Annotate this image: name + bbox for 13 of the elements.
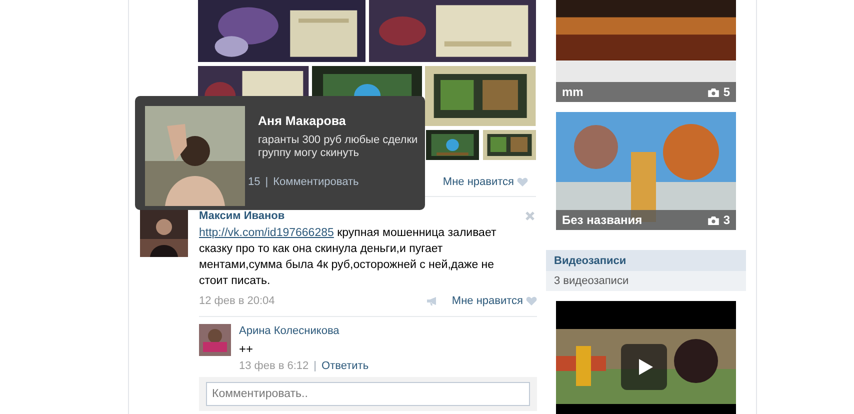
profile-status: гаранты 300 руб любые сделки группу могу скинуть	[258, 134, 418, 160]
separator: |	[314, 360, 317, 372]
photo-count: 5	[723, 85, 730, 99]
comment-date: 12 фев в 20:04	[199, 295, 275, 307]
reply-date: 13 фев в 6:12	[239, 360, 309, 372]
separator: |	[265, 176, 268, 188]
reply-text: ++	[239, 342, 254, 356]
comment-text: http://vk.com/id197666285 крупная мошенница заливает сказку про то как она скинула деньги,и пугает ментами,сумма была 4к руб,осторожней с ней,даже не стоит писать.	[199, 226, 498, 289]
album-title: mm	[562, 85, 584, 99]
video-count: 3 видеозаписи	[554, 275, 629, 288]
album-title: Без названия	[562, 213, 644, 227]
post-time: 15	[248, 176, 260, 188]
photo-count: 3	[723, 213, 730, 227]
